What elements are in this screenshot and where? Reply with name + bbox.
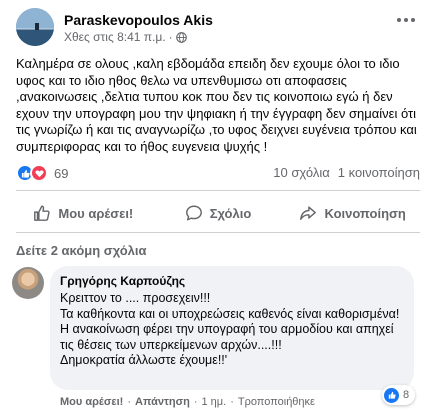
- like-reaction-icon: [384, 387, 399, 403]
- comment-reaction-count: 8: [403, 389, 410, 401]
- comment-reply-link[interactable]: Απάντηση: [135, 396, 190, 408]
- comment-edited-label: Τροποποιήθηκε: [237, 396, 315, 408]
- post-header: Paraskevopoulos Akis Χθες στις 8:41 π.μ.…: [16, 8, 424, 46]
- reactions-summary[interactable]: 69: [16, 164, 68, 182]
- view-more-comments-link[interactable]: Δείτε 2 ακόμη σχόλια: [16, 243, 147, 258]
- globe-icon: [175, 31, 187, 43]
- post-timestamp[interactable]: Χθες στις 8:41 π.μ.: [64, 30, 166, 44]
- footer-dot: ·: [230, 396, 234, 408]
- more-options-icon[interactable]: [392, 10, 420, 30]
- like-button-label: Μου αρέσει!: [58, 205, 134, 221]
- comment-reactions[interactable]: 8: [382, 385, 416, 405]
- comment-button[interactable]: Σχόλιο: [151, 198, 286, 228]
- comment-text: Κρειττον το .... προσεχειν!!! Τα καθήκον…: [60, 291, 400, 367]
- love-reaction-icon: [30, 164, 48, 182]
- post-stats: 69 10 σχόλια 1 κοινοποίηση: [16, 164, 420, 184]
- share-button-label: Κοινοποίηση: [324, 205, 406, 221]
- comment-footer: Μου αρέσει! · Απάντηση · 1 ημ. · Τροποπο…: [60, 396, 315, 408]
- thumbs-up-icon: [34, 205, 51, 221]
- reaction-count: 69: [54, 165, 69, 181]
- engagement-counts: 10 σχόλια 1 κοινοποίηση: [273, 165, 420, 180]
- commenter-avatar[interactable]: [12, 267, 44, 299]
- comment-age[interactable]: 1 ημ.: [202, 396, 227, 408]
- commenter-name[interactable]: Γρηγόρης Καρπούζης: [60, 274, 185, 288]
- author-avatar[interactable]: [16, 8, 54, 46]
- author-name[interactable]: Paraskevopoulos Akis: [64, 12, 213, 28]
- share-arrow-icon: [300, 206, 317, 221]
- footer-dot: ·: [127, 396, 132, 408]
- meta-separator: ·: [168, 30, 173, 44]
- shares-count-link[interactable]: 1 κοινοποίηση: [338, 165, 420, 180]
- comment-icon: [185, 205, 202, 221]
- divider: [16, 232, 420, 233]
- divider: [16, 190, 420, 191]
- post-actions: Μου αρέσει! Σχόλιο Κοινοποίηση: [16, 198, 420, 228]
- comments-count-link[interactable]: 10 σχόλια: [273, 165, 329, 180]
- comment-button-label: Σχόλιο: [209, 205, 252, 221]
- post-text: Καλημέρα σε ολους ,καλη εβδομάδα επειδη …: [16, 56, 417, 154]
- post-meta: Χθες στις 8:41 π.μ. ·: [64, 30, 187, 44]
- footer-dot: ·: [193, 396, 198, 408]
- comment-like-link[interactable]: Μου αρέσει!: [60, 396, 123, 408]
- like-button[interactable]: Μου αρέσει!: [16, 198, 151, 228]
- comment-bubble: Γρηγόρης Καρπούζης Κρειττον το .... προσ…: [50, 266, 414, 390]
- share-button[interactable]: Κοινοποίηση: [285, 198, 420, 228]
